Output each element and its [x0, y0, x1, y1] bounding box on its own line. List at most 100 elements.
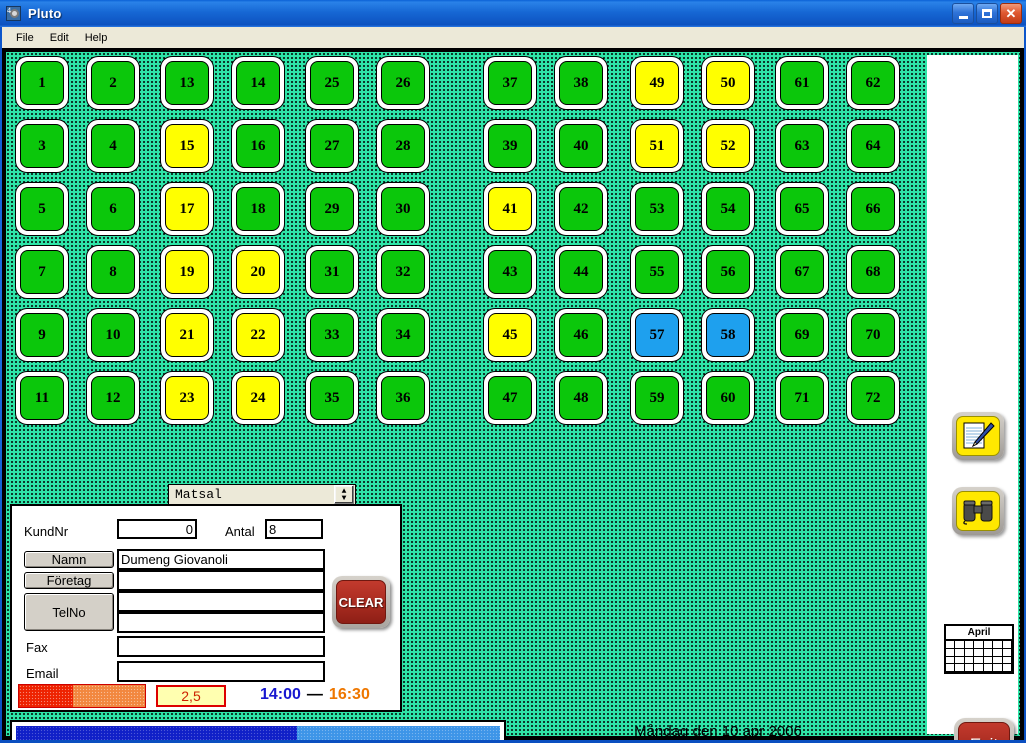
room-select-spinner-icon[interactable]: ▲ ▼ — [334, 485, 354, 504]
table-button-46[interactable]: 46 — [559, 313, 603, 357]
table-button-28[interactable]: 28 — [381, 124, 425, 168]
table-button-58[interactable]: 58 — [706, 313, 750, 357]
table-button-38[interactable]: 38 — [559, 61, 603, 105]
table-button-21[interactable]: 21 — [165, 313, 209, 357]
table-cell: 37 — [484, 57, 536, 109]
table-button-29[interactable]: 29 — [310, 187, 354, 231]
table-button-22[interactable]: 22 — [236, 313, 280, 357]
table-button-40[interactable]: 40 — [559, 124, 603, 168]
table-button-48[interactable]: 48 — [559, 376, 603, 420]
table-button-6[interactable]: 6 — [91, 187, 135, 231]
fax-field[interactable] — [117, 636, 325, 657]
search-button[interactable] — [952, 487, 1004, 535]
calendar-icon[interactable]: April — [944, 624, 1014, 674]
table-button-13[interactable]: 13 — [165, 61, 209, 105]
table-button-39[interactable]: 39 — [488, 124, 532, 168]
notes-button[interactable] — [952, 412, 1004, 460]
menu-item-help[interactable]: Help — [77, 30, 116, 46]
table-button-64[interactable]: 64 — [851, 124, 895, 168]
clear-button[interactable]: CLEAR — [332, 576, 390, 628]
table-button-42[interactable]: 42 — [559, 187, 603, 231]
table-button-18[interactable]: 18 — [236, 187, 280, 231]
table-button-56[interactable]: 56 — [706, 250, 750, 294]
menu-item-edit[interactable]: Edit — [42, 30, 77, 46]
antal-field[interactable]: 8 — [265, 519, 323, 539]
table-button-69[interactable]: 69 — [780, 313, 824, 357]
table-button-52[interactable]: 52 — [706, 124, 750, 168]
telno-field-2[interactable] — [117, 612, 325, 633]
table-button-32[interactable]: 32 — [381, 250, 425, 294]
table-button-16[interactable]: 16 — [236, 124, 280, 168]
kundnr-field[interactable]: 0 — [117, 519, 197, 539]
table-button-7[interactable]: 7 — [20, 250, 64, 294]
table-button-49[interactable]: 49 — [635, 61, 679, 105]
close-button[interactable]: ✕ — [1000, 3, 1022, 24]
table-button-59[interactable]: 59 — [635, 376, 679, 420]
table-button-53[interactable]: 53 — [635, 187, 679, 231]
table-button-19[interactable]: 19 — [165, 250, 209, 294]
table-button-63[interactable]: 63 — [780, 124, 824, 168]
table-button-43[interactable]: 43 — [488, 250, 532, 294]
table-button-23[interactable]: 23 — [165, 376, 209, 420]
table-button-35[interactable]: 35 — [310, 376, 354, 420]
table-button-10[interactable]: 10 — [91, 313, 135, 357]
table-button-14[interactable]: 14 — [236, 61, 280, 105]
namn-button[interactable]: Namn — [24, 551, 114, 568]
table-button-27[interactable]: 27 — [310, 124, 354, 168]
table-button-70[interactable]: 70 — [851, 313, 895, 357]
table-button-15[interactable]: 15 — [165, 124, 209, 168]
table-button-20[interactable]: 20 — [236, 250, 280, 294]
table-button-31[interactable]: 31 — [310, 250, 354, 294]
table-button-36[interactable]: 36 — [381, 376, 425, 420]
telno-button[interactable]: TelNo — [24, 593, 114, 631]
table-button-61[interactable]: 61 — [780, 61, 824, 105]
table-button-9[interactable]: 9 — [20, 313, 64, 357]
table-button-3[interactable]: 3 — [20, 124, 64, 168]
table-button-50[interactable]: 50 — [706, 61, 750, 105]
table-button-2[interactable]: 2 — [91, 61, 135, 105]
table-button-55[interactable]: 55 — [635, 250, 679, 294]
hour-timeline[interactable]: 1357911131517192123 — [10, 720, 506, 740]
table-button-26[interactable]: 26 — [381, 61, 425, 105]
table-button-30[interactable]: 30 — [381, 187, 425, 231]
table-button-72[interactable]: 72 — [851, 376, 895, 420]
table-button-62[interactable]: 62 — [851, 61, 895, 105]
table-button-45[interactable]: 45 — [488, 313, 532, 357]
namn-field[interactable]: Dumeng Giovanoli — [117, 549, 325, 570]
email-field[interactable] — [117, 661, 325, 682]
table-button-11[interactable]: 11 — [20, 376, 64, 420]
table-button-71[interactable]: 71 — [780, 376, 824, 420]
foretag-button[interactable]: Företag — [24, 572, 114, 589]
foretag-field[interactable] — [117, 570, 325, 591]
table-button-4[interactable]: 4 — [91, 124, 135, 168]
table-cell: 33 — [306, 309, 358, 361]
table-button-33[interactable]: 33 — [310, 313, 354, 357]
table-button-1[interactable]: 1 — [20, 61, 64, 105]
table-button-41[interactable]: 41 — [488, 187, 532, 231]
table-button-65[interactable]: 65 — [780, 187, 824, 231]
exit-button-label: Exit — [958, 722, 1010, 740]
table-button-44[interactable]: 44 — [559, 250, 603, 294]
table-button-67[interactable]: 67 — [780, 250, 824, 294]
menu-item-file[interactable]: File — [8, 30, 42, 46]
table-button-66[interactable]: 66 — [851, 187, 895, 231]
table-button-51[interactable]: 51 — [635, 124, 679, 168]
table-button-60[interactable]: 60 — [706, 376, 750, 420]
table-button-47[interactable]: 47 — [488, 376, 532, 420]
table-button-12[interactable]: 12 — [91, 376, 135, 420]
table-button-17[interactable]: 17 — [165, 187, 209, 231]
table-button-57[interactable]: 57 — [635, 313, 679, 357]
table-button-68[interactable]: 68 — [851, 250, 895, 294]
table-button-54[interactable]: 54 — [706, 187, 750, 231]
room-select[interactable]: Matsal ▲ ▼ — [168, 484, 356, 505]
table-button-8[interactable]: 8 — [91, 250, 135, 294]
table-button-37[interactable]: 37 — [488, 61, 532, 105]
exit-button[interactable]: Exit — [954, 718, 1014, 740]
table-button-24[interactable]: 24 — [236, 376, 280, 420]
table-button-5[interactable]: 5 — [20, 187, 64, 231]
maximize-button[interactable] — [976, 3, 998, 24]
telno-field-1[interactable] — [117, 591, 325, 612]
table-button-25[interactable]: 25 — [310, 61, 354, 105]
table-button-34[interactable]: 34 — [381, 313, 425, 357]
minimize-button[interactable] — [952, 3, 974, 24]
